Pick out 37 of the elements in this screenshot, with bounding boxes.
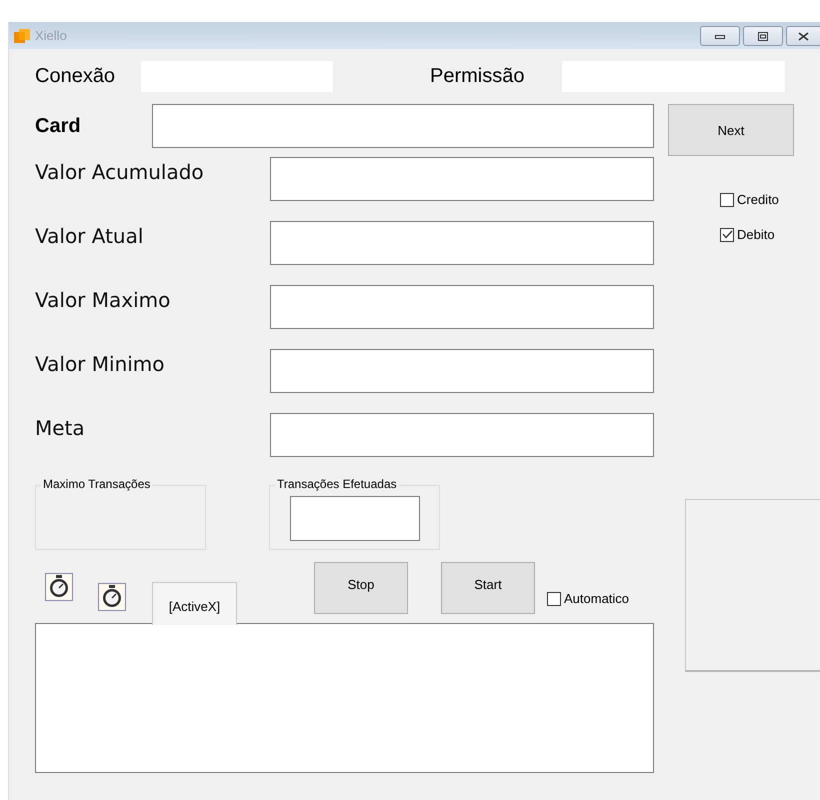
input-field[interactable] <box>270 285 654 329</box>
field-label: Permissão <box>430 65 524 88</box>
close-button[interactable] <box>786 26 820 46</box>
input-field[interactable] <box>152 104 654 148</box>
field-label: Valor Atual <box>35 224 144 250</box>
close-icon <box>798 32 809 40</box>
checkbox-label: Automatico <box>564 591 630 606</box>
checkbox[interactable] <box>720 192 734 206</box>
stop-button[interactable]: Stop <box>314 562 408 614</box>
group-title: Transações Efetuadas <box>275 477 399 491</box>
input-field[interactable] <box>270 221 654 265</box>
minimize-button[interactable] <box>700 26 740 46</box>
stopwatch-icon[interactable] <box>45 573 73 601</box>
window-title: Xiello <box>35 28 67 43</box>
input-field[interactable] <box>270 349 654 393</box>
field-label: Meta <box>35 416 86 442</box>
input-field[interactable] <box>270 157 654 201</box>
checkbox[interactable] <box>720 228 734 242</box>
maximize-icon <box>758 32 768 40</box>
app-icon <box>14 28 30 44</box>
minimize-icon <box>715 33 725 39</box>
field-label: Conexão <box>35 65 116 88</box>
field-label: Card <box>35 114 82 138</box>
activex-tab[interactable]: [ActiveX] <box>152 582 237 625</box>
field-label: Valor Maximo <box>35 288 172 314</box>
input-field[interactable] <box>270 413 654 457</box>
field-label: Valor Acumulado <box>35 160 205 186</box>
stopwatch-icon[interactable] <box>98 583 126 611</box>
field-label: Valor Minimo <box>35 352 166 378</box>
next-button[interactable]: Next <box>668 104 794 156</box>
checkbox-label: Debito <box>737 227 775 242</box>
group-title: Maximo Transações <box>41 477 152 491</box>
input-field[interactable] <box>290 496 420 541</box>
checkbox-label: Credito <box>737 192 779 207</box>
maximize-button[interactable] <box>743 26 783 46</box>
start-button[interactable]: Start <box>441 562 535 614</box>
checkbox[interactable] <box>547 592 561 606</box>
